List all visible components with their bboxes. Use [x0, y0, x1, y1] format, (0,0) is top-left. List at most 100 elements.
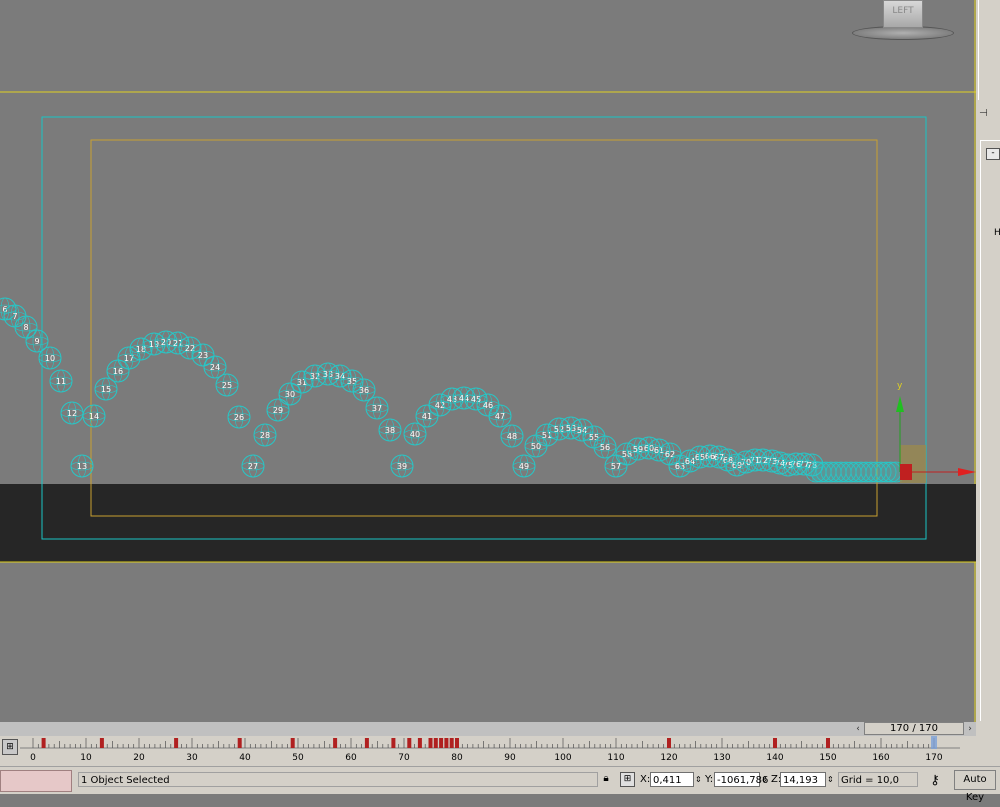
- keyframe-marker[interactable]: [455, 738, 459, 748]
- ruler-tick-label: 70: [398, 753, 410, 763]
- gizmo-center: [900, 464, 912, 480]
- frame-number-label: 43: [447, 395, 457, 404]
- auto-key-button[interactable]: Auto Key: [954, 770, 996, 803]
- frame-sphere[interactable]: 27: [241, 454, 265, 478]
- keyframe-marker[interactable]: [237, 738, 242, 748]
- ruler-tick-label: 50: [292, 753, 304, 763]
- frame-sphere[interactable]: 12: [60, 401, 84, 425]
- keyframe-marker[interactable]: [333, 738, 338, 748]
- frame-sphere[interactable]: 37: [365, 396, 389, 420]
- viewcube-compass-ring[interactable]: [852, 26, 954, 40]
- frame-number-label: 24: [210, 363, 220, 372]
- command-panel[interactable]: ⊣ - H: [976, 0, 1000, 793]
- frame-sphere[interactable]: 28: [253, 423, 277, 447]
- current-time-indicator: [931, 736, 937, 749]
- frame-number-label: 36: [359, 386, 369, 395]
- frame-sphere[interactable]: 39: [390, 454, 414, 478]
- frame-number-label: 15: [101, 385, 111, 394]
- keyframe-marker[interactable]: [417, 738, 422, 748]
- z-coordinate-field[interactable]: 14,193: [780, 772, 826, 787]
- keyframe-marker[interactable]: [99, 738, 104, 748]
- time-slider[interactable]: ‹ 170 / 170 ›: [0, 722, 976, 736]
- frame-number-label: 27: [248, 462, 258, 471]
- frame-sphere[interactable]: 26: [227, 405, 251, 429]
- y-label: Y:: [705, 774, 714, 785]
- frame-number-label: 14: [89, 412, 99, 421]
- keyframe-marker[interactable]: [449, 738, 454, 748]
- keyframe-marker[interactable]: [407, 738, 412, 748]
- keyframe-marker[interactable]: [428, 738, 433, 748]
- frame-sphere[interactable]: 11: [49, 369, 73, 393]
- time-slider-next-button[interactable]: ›: [964, 723, 976, 735]
- ruler-tick-label: 30: [186, 753, 198, 763]
- transform-gizmo[interactable]: y: [896, 381, 976, 483]
- viewport-left[interactable]: 6 7 8 9 10 11 12 13 14 15 16 17 18 19 20 21 22 23 24 25 26 27…: [0, 0, 976, 722]
- frame-number-label: 47: [495, 412, 505, 421]
- keyframe-marker[interactable]: [290, 738, 295, 748]
- keyframe-marker[interactable]: [444, 738, 449, 748]
- ruler-tick-label: 140: [766, 753, 783, 763]
- ruler-tick-label: 60: [345, 753, 357, 763]
- scene-canvas[interactable]: 678910111213141516171819 20 21222324252627…: [0, 0, 976, 722]
- frame-number-label: 49: [519, 462, 529, 471]
- keyframe-marker[interactable]: [826, 738, 830, 748]
- keyframe-marker[interactable]: [391, 738, 396, 748]
- selection-status: 1 Object Selected: [78, 772, 598, 787]
- frame-number-label: 55: [589, 433, 599, 442]
- frame-number-label: 13: [77, 462, 87, 471]
- track-bar-ruler[interactable]: 0 10 20 30 40 50 60 70 80 90 100 110 120 130 140 150 160…: [0, 736, 976, 766]
- frame-number-label: 12: [67, 409, 77, 418]
- y-spinner[interactable]: ⇕: [761, 772, 768, 787]
- frame-sphere[interactable]: 13: [70, 454, 94, 478]
- gizmo-y-label: y: [897, 381, 903, 391]
- maxscript-listener-mini[interactable]: [0, 770, 72, 792]
- frame-sphere[interactable]: 38: [378, 418, 402, 442]
- frame-number-label: 25: [222, 381, 232, 390]
- viewcube[interactable]: LEFT: [852, 0, 954, 40]
- time-slider-prev-button[interactable]: ‹: [852, 723, 864, 735]
- frame-sphere[interactable]: 49: [512, 454, 536, 478]
- keyframe-marker[interactable]: [667, 738, 671, 748]
- pin-icon[interactable]: ⊣: [979, 108, 988, 119]
- frame-sphere[interactable]: 14: [82, 404, 106, 428]
- ruler-tick-label: 0: [30, 753, 36, 763]
- y-coordinate-field[interactable]: -1061,786: [714, 772, 768, 787]
- frame-number-label: 48: [507, 432, 517, 441]
- lock-icon[interactable]: 🔒︎: [600, 772, 612, 786]
- x-spinner[interactable]: ⇕: [695, 772, 702, 787]
- keyframe-marker[interactable]: [433, 738, 438, 748]
- frame-sphere[interactable]: 47: [488, 404, 512, 428]
- x-coordinate-field[interactable]: 0,411: [650, 772, 694, 787]
- viewcube-face-left[interactable]: LEFT: [883, 0, 923, 28]
- ruler-tick-label: 20: [133, 753, 145, 763]
- keyframe-marker[interactable]: [364, 738, 369, 748]
- absolute-mode-icon[interactable]: ⊞: [620, 772, 635, 787]
- frame-sphere[interactable]: 29: [266, 398, 290, 422]
- keyframe-marker[interactable]: [41, 738, 46, 748]
- ruler-tick-label: 40: [239, 753, 251, 763]
- frame-number-label: 8: [23, 323, 28, 332]
- ruler-tick-label: 110: [607, 753, 624, 763]
- rollout-collapse-button[interactable]: -: [986, 148, 1000, 160]
- keyframe-marker[interactable]: [773, 738, 777, 748]
- ruler-tick-label: 160: [872, 753, 889, 763]
- ball-trajectory: 678910111213141516171819 20 21222324252627…: [0, 297, 824, 478]
- frame-number-label: 9: [34, 337, 39, 346]
- frame-number-label: 26: [234, 413, 244, 422]
- ruler-tick-label: 90: [504, 753, 516, 763]
- tail-overlap-band: [812, 462, 902, 482]
- grid-size-display: Grid = 10,0: [838, 772, 918, 787]
- key-icon[interactable]: ⚷: [922, 773, 948, 789]
- frame-number-label: 56: [600, 443, 610, 452]
- z-spinner[interactable]: ⇕: [827, 772, 834, 787]
- frame-number-label: 28: [260, 431, 270, 440]
- keyframe-marker[interactable]: [439, 738, 444, 748]
- ball-trajectory-tail: [805, 461, 907, 483]
- ruler-tick-label: 130: [713, 753, 730, 763]
- frame-sphere[interactable]: 25: [215, 373, 239, 397]
- frame-sphere[interactable]: 48: [500, 424, 524, 448]
- frame-sphere[interactable]: 36: [352, 378, 376, 402]
- time-slider-thumb[interactable]: 170 / 170: [864, 722, 964, 735]
- track-bar[interactable]: ⊞ 0 10 20 30 40 50 60 70 80 90 100 110 120 130 140 150 1…: [0, 736, 976, 766]
- keyframe-marker[interactable]: [174, 738, 179, 748]
